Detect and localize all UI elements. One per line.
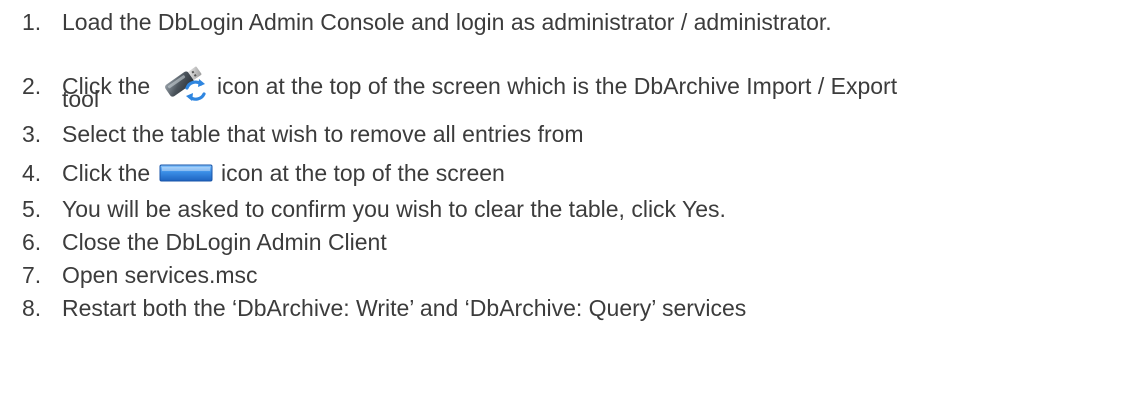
step-number: 8. [22, 295, 42, 321]
step-text-after: icon at the top of the screen [220, 160, 505, 186]
list-item-step-3: 3. Select the table that wish to remove a… [22, 121, 1122, 148]
step-number: 6. [22, 229, 42, 255]
list-item-step-1: 1. Load the DbLogin Admin Console and log… [22, 9, 1122, 36]
list-item-step-7: 7. Open services.msc [22, 262, 1122, 289]
step-text: Restart both the ‘DbArchive: Write’ and … [62, 295, 747, 321]
step-number: 4. [22, 160, 42, 186]
step-text-continuation: tool [62, 86, 100, 112]
list-item-step-6: 6. Close the DbLogin Admin Client [22, 229, 1122, 256]
step-text: You will be asked to confirm you wish to… [62, 196, 726, 222]
blue-bar-icon [159, 164, 213, 182]
list-item-step-5: 5. You will be asked to confirm you wish … [22, 196, 1122, 223]
step-number: 1. [22, 9, 42, 35]
list-item-step-8: 8. Restart both the ‘DbArchive: Write’ an… [22, 295, 1122, 322]
list-item-step-2-continuation: tool [22, 86, 1122, 113]
step-number: 7. [22, 262, 42, 288]
step-number: 5. [22, 196, 42, 222]
step-text: Load the DbLogin Admin Console and login… [62, 9, 832, 35]
step-text-before: Click the [62, 160, 151, 186]
step-text: Open services.msc [62, 262, 258, 288]
list-item-step-4: 4. Click the icon at the top of the scree… [22, 160, 1122, 187]
step-text: Select the table that wish to remove all… [62, 121, 584, 147]
step-text: Close the DbLogin Admin Client [62, 229, 387, 255]
step-number: 3. [22, 121, 42, 147]
